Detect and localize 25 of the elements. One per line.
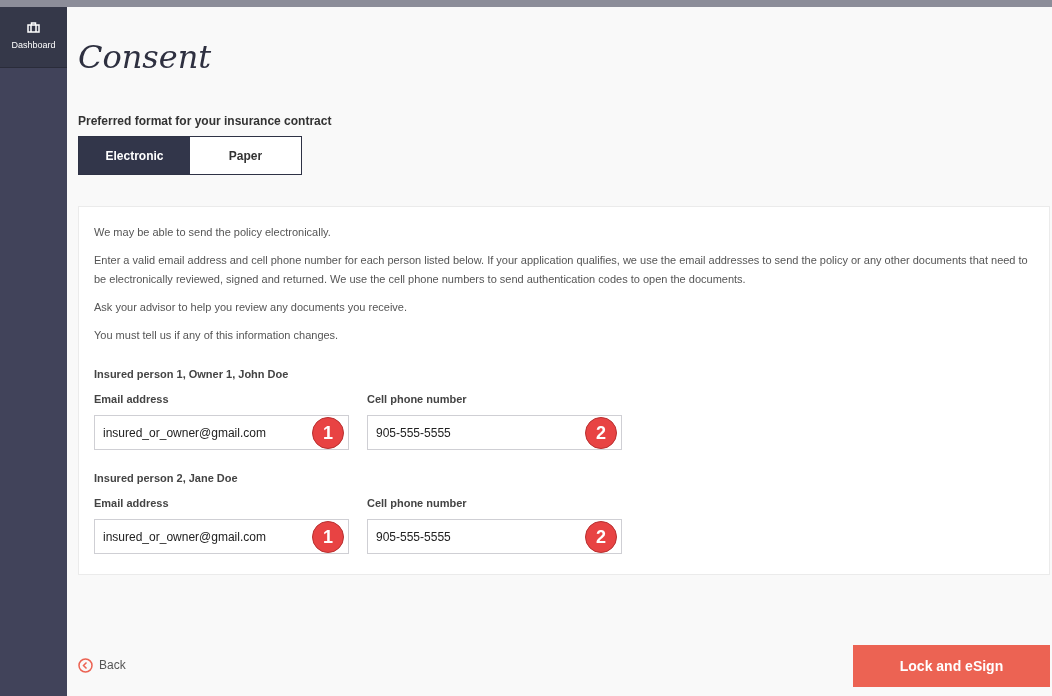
field-label: Cell phone number: [367, 391, 467, 407]
info-paragraph: Ask your advisor to help you review any documents you receive.: [94, 300, 409, 315]
input-field[interactable]: insured_or_owner@gmail.com 1: [94, 519, 349, 554]
info-paragraph: You must tell us if any of this information changes.: [94, 328, 340, 343]
sidebar-item[interactable]: Dashboard: [0, 7, 67, 68]
format-label: Preferred format for your insurance contract: [78, 113, 332, 130]
format-option[interactable]: Paper: [190, 137, 301, 174]
info-paragraph: Enter a valid email address and cell phone number for each person listed below. If your application qualifies, we use the email addresses to send the policy or any other documents that need to be electronically reviewed, signed and returned. We use the cell phone numbers to send authentication codes to open the documents.: [94, 253, 1029, 287]
page-title: Consent: [78, 37, 212, 78]
format-option[interactable]: Electronic: [79, 137, 190, 174]
input-field[interactable]: insured_or_owner@gmail.com 1: [94, 415, 349, 450]
field-label: Cell phone number: [367, 495, 467, 511]
input-field[interactable]: 905-555-5555 2: [367, 519, 622, 554]
field-label: Email address: [94, 495, 169, 511]
number-badge: 1: [312, 521, 344, 553]
briefcase-icon: [27, 21, 40, 33]
info-paragraph: We may be able to send the policy electronically.: [94, 225, 332, 240]
back-link[interactable]: Back: [78, 656, 126, 674]
number-badge: 1: [312, 417, 344, 449]
input-field[interactable]: 905-555-5555 2: [367, 415, 622, 450]
number-badge: 2: [585, 521, 617, 553]
person-heading: Insured person 1, Owner 1, John Doe: [94, 367, 289, 382]
number-badge: 2: [585, 417, 617, 449]
field-label: Email address: [94, 391, 169, 407]
person-heading: Insured person 2, Jane Doe: [94, 471, 238, 486]
